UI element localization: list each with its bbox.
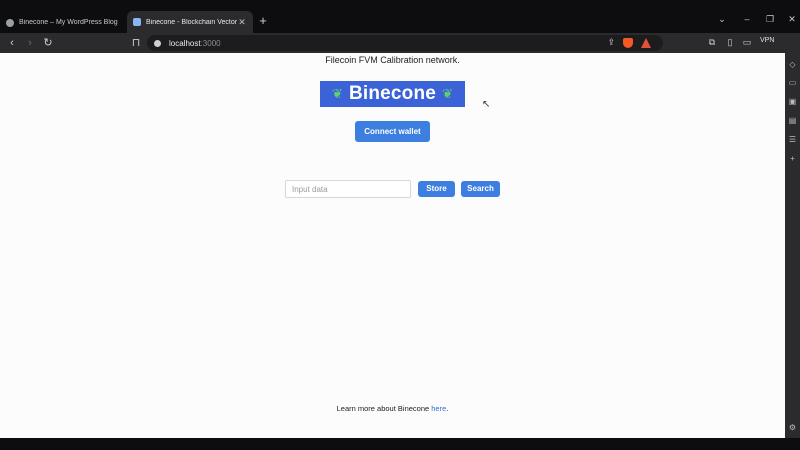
bookmarks-icon[interactable]: ▤	[788, 116, 797, 125]
logo-text: Binecone	[348, 83, 437, 104]
tab-favicon-icon	[133, 18, 141, 26]
chevron-down-icon[interactable]: ⌄	[715, 14, 729, 25]
connect-wallet-button[interactable]: Connect wallet	[355, 121, 430, 142]
wallet-icon[interactable]: ▭	[741, 36, 753, 48]
footer-link[interactable]: here	[431, 404, 446, 413]
tab-title: Binecone – My WordPress Blog	[19, 19, 118, 26]
url-port: :3000	[200, 38, 221, 48]
maximize-icon[interactable]: ❐	[763, 14, 777, 25]
browser-toolbar: ‹ › ↻ ⊓ localhost :3000 ⇪ ⧉ ▯ ▭ VPN	[0, 33, 800, 53]
close-window-icon[interactable]: ✕	[785, 14, 799, 25]
tab-binecone[interactable]: Binecone - Blockchain Vector DB ✕	[127, 11, 253, 33]
extensions-icon[interactable]: ⧉	[706, 36, 718, 48]
brave-shield-icon[interactable]	[623, 38, 633, 48]
sidebar-icon[interactable]: ▯	[724, 36, 736, 48]
vpn-button[interactable]: VPN	[760, 37, 774, 44]
cursor-icon: ↖	[482, 99, 491, 110]
footer-end: .	[446, 404, 449, 413]
settings-icon[interactable]: ⚙	[788, 423, 797, 432]
info-icon[interactable]	[154, 39, 161, 47]
reload-icon[interactable]: ↻	[41, 36, 55, 50]
page-viewport: Filecoin FVM Calibration network. ❦ Bine…	[0, 53, 785, 438]
tab-wordpress[interactable]: Binecone – My WordPress Blog	[0, 12, 124, 33]
browser-window: Binecone – My WordPress Blog Binecone - …	[0, 0, 800, 450]
footer: Learn more about Binecone here.	[0, 404, 785, 413]
reading-list-icon[interactable]: ☰	[788, 135, 797, 144]
brave-rewards-icon[interactable]	[641, 38, 651, 48]
back-icon[interactable]: ‹	[5, 36, 19, 50]
leaf-icon: ❦	[442, 86, 453, 101]
minimize-icon[interactable]: –	[740, 14, 754, 24]
tab-strip: Binecone – My WordPress Blog Binecone - …	[0, 0, 800, 33]
close-icon[interactable]: ✕	[237, 17, 247, 28]
bookmark-icon[interactable]: ⊓	[129, 36, 143, 50]
plus-icon[interactable]: +	[256, 13, 270, 29]
share-icon[interactable]: ⇪	[607, 37, 615, 48]
browser-sidebar: ◇ ▭ ▣ ▤ ☰ + ⚙	[785, 53, 800, 438]
binecone-logo: ❦ Binecone ❦	[320, 81, 465, 107]
globe-icon	[6, 18, 14, 27]
leaf-icon: ❦	[332, 86, 343, 101]
address-bar[interactable]: localhost :3000 ⇪	[147, 35, 663, 51]
forward-icon[interactable]: ›	[23, 36, 37, 50]
leo-icon[interactable]: ◇	[788, 60, 797, 69]
wallet-side-icon[interactable]: ▣	[788, 97, 797, 106]
network-label: Filecoin FVM Calibration network.	[325, 55, 460, 65]
mail-icon[interactable]: ▭	[788, 78, 797, 87]
tab-title: Binecone - Blockchain Vector DB	[146, 18, 237, 26]
bottom-bar	[0, 438, 800, 450]
add-icon[interactable]: +	[788, 154, 797, 163]
footer-text: Learn more about Binecone	[336, 404, 432, 413]
url-host: localhost	[169, 38, 201, 48]
data-input[interactable]	[285, 180, 411, 198]
search-button[interactable]: Search	[461, 181, 500, 197]
store-button[interactable]: Store	[418, 181, 455, 197]
